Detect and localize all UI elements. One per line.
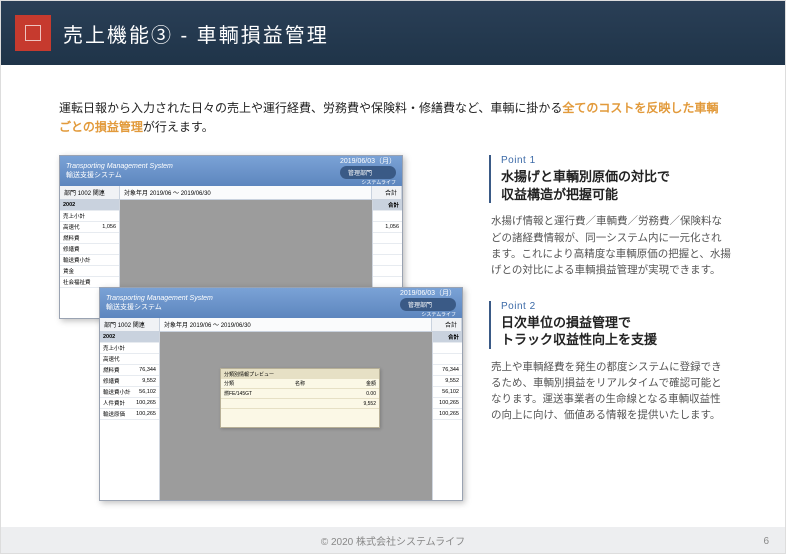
dialog-row: 燃FE/145GT 0.00 bbox=[221, 389, 379, 399]
table-row: 2002 bbox=[100, 332, 159, 343]
point-2-header: Point 2 日次単位の損益管理で トラック収益性向上を支援 bbox=[489, 301, 731, 349]
col-dept: 部門 1002 関連 bbox=[60, 186, 120, 199]
intro-part2: が行えます。 bbox=[143, 120, 214, 134]
dialog-row: 9,552 bbox=[221, 399, 379, 409]
col-dept: 部門 1002 関連 bbox=[100, 318, 160, 331]
table-row bbox=[373, 266, 402, 277]
dialog-title: 分類別情報プレビュー bbox=[221, 369, 379, 379]
app-title-left: Transporting Management System bbox=[66, 163, 173, 170]
table-row: 56,102 bbox=[433, 387, 462, 398]
table-row: 高速代1,056 bbox=[60, 222, 119, 233]
table-row: 1,056 bbox=[373, 222, 402, 233]
inner-dialog: 分類別情報プレビュー 分類 名称 金額 燃FE/145GT 0.00 9,552 bbox=[220, 368, 380, 428]
col-period-label: 対象年月 bbox=[164, 320, 188, 329]
table-row: 合計 bbox=[373, 200, 402, 211]
table-row: 合計 bbox=[433, 332, 462, 343]
table-row: 2002 bbox=[60, 200, 119, 211]
col-dept-val: 1002 関連 bbox=[118, 320, 145, 329]
intro-text: 運転日報から入力された日々の売上や運行経費、労務費や保険料・修繕費など、車輌に掛… bbox=[1, 65, 785, 155]
table-row: 100,265 bbox=[433, 398, 462, 409]
table-row: 修繕費 bbox=[60, 244, 119, 255]
point-title: 水揚げと車輌別原価の対比で 収益構造が把握可能 bbox=[501, 168, 731, 203]
app-title-dept: 管理部門 bbox=[400, 298, 456, 311]
app-title-dept: 管理部門 bbox=[340, 166, 396, 179]
table-row: 売上小計 bbox=[100, 343, 159, 354]
table-row: 9,552 bbox=[433, 376, 462, 387]
table-row bbox=[373, 233, 402, 244]
col-sum: 合計 bbox=[372, 186, 402, 199]
content-row: Transporting Management System 輸送支援システム … bbox=[1, 155, 785, 501]
table-row: 高速代 bbox=[100, 354, 159, 365]
header-accent-inner bbox=[25, 25, 41, 41]
app-title-sub: 輸送支援システム bbox=[106, 302, 213, 312]
table-row: 修繕費9,552 bbox=[100, 376, 159, 387]
table-header-back: 部門 1002 関連 対象年月 2019/06 ～ 2019/06/30 合計 bbox=[60, 186, 402, 200]
app-title-date: 2019/06/03（月） bbox=[340, 156, 396, 166]
table-row: 燃料費 bbox=[60, 233, 119, 244]
mock-screenshot-area: Transporting Management System 輸送支援システム … bbox=[59, 155, 463, 501]
col-period: 対象年月 2019/06 ～ 2019/06/30 bbox=[160, 318, 432, 331]
app-window-front: Transporting Management System 輸送支援システム … bbox=[99, 287, 463, 501]
point-1-header: Point 1 水揚げと車輌別原価の対比で 収益構造が把握可能 bbox=[489, 155, 731, 203]
left-rows-front: 2002 売上小計 高速代 燃料費76,344 修繕費9,552 輸送費小計56… bbox=[100, 332, 160, 500]
table-row: 輸送費小計56,102 bbox=[100, 387, 159, 398]
points-column: Point 1 水揚げと車輌別原価の対比で 収益構造が把握可能 水揚げ情報と運行… bbox=[489, 155, 731, 501]
app-title-left: Transporting Management System bbox=[106, 295, 213, 302]
table-row bbox=[373, 255, 402, 266]
slide-header: 売上機能③ - 車輌損益管理 bbox=[1, 1, 785, 65]
col-sum: 合計 bbox=[432, 318, 462, 331]
point-2-body: 売上や車輌経費を発生の都度システムに登録できるため、車輌別損益をリアルタイムで確… bbox=[489, 359, 731, 424]
table-row: 76,344 bbox=[433, 365, 462, 376]
page-title: 売上機能③ - 車輌損益管理 bbox=[63, 19, 329, 48]
point-tag: Point 1 bbox=[501, 155, 731, 166]
app-title-company: システムライフ bbox=[400, 311, 456, 318]
point-1-body: 水揚げ情報と運行費／車輌費／労務費／保険料などの諸経費情報が、同一システム内に一… bbox=[489, 213, 731, 278]
app-title-sub: 輸送支援システム bbox=[66, 170, 173, 180]
app-title-date: 2019/06/03（月） bbox=[400, 288, 456, 298]
col-dept-label: 部門 bbox=[104, 320, 116, 329]
col-period-val: 2019/06 ～ 2019/06/30 bbox=[150, 188, 211, 197]
table-row: 輸送費小計 bbox=[60, 255, 119, 266]
col-period: 対象年月 2019/06 ～ 2019/06/30 bbox=[120, 186, 372, 199]
app-titlebar-back: Transporting Management System 輸送支援システム … bbox=[60, 156, 402, 186]
intro-part1: 運転日報から入力された日々の売上や運行経費、労務費や保険料・修繕費など、車輌に掛… bbox=[59, 101, 562, 115]
footer-copyright: © 2020 株式会社システムライフ bbox=[321, 533, 465, 548]
col-dept-val: 1002 関連 bbox=[78, 188, 105, 197]
app-title-company: システムライフ bbox=[340, 179, 396, 186]
col-dept-label: 部門 bbox=[64, 188, 76, 197]
table-row: 売上小計 bbox=[60, 211, 119, 222]
table-row bbox=[373, 211, 402, 222]
table-row bbox=[373, 244, 402, 255]
table-row bbox=[433, 354, 462, 365]
table-row: 燃料費76,344 bbox=[100, 365, 159, 376]
header-accent-box bbox=[15, 15, 51, 51]
col-period-label: 対象年月 bbox=[124, 188, 148, 197]
table-row: 賃金 bbox=[60, 266, 119, 277]
table-row bbox=[433, 343, 462, 354]
point-title: 日次単位の損益管理で トラック収益性向上を支援 bbox=[501, 314, 731, 349]
footer: © 2020 株式会社システムライフ bbox=[1, 527, 785, 553]
table-row: 人件費計100,265 bbox=[100, 398, 159, 409]
point-tag: Point 2 bbox=[501, 301, 731, 312]
col-period-val: 2019/06 ～ 2019/06/30 bbox=[190, 320, 251, 329]
table-row: 輸送原価100,265 bbox=[100, 409, 159, 420]
table-row: 100,265 bbox=[433, 409, 462, 420]
page-number: 6 bbox=[763, 536, 769, 547]
app-titlebar-front: Transporting Management System 輸送支援システム … bbox=[100, 288, 462, 318]
dialog-row: 分類 名称 金額 bbox=[221, 379, 379, 389]
table-header-front: 部門 1002 関連 対象年月 2019/06 ～ 2019/06/30 合計 bbox=[100, 318, 462, 332]
right-rows-front: 合計 76,344 9,552 56,102 100,265 100,265 bbox=[432, 332, 462, 500]
